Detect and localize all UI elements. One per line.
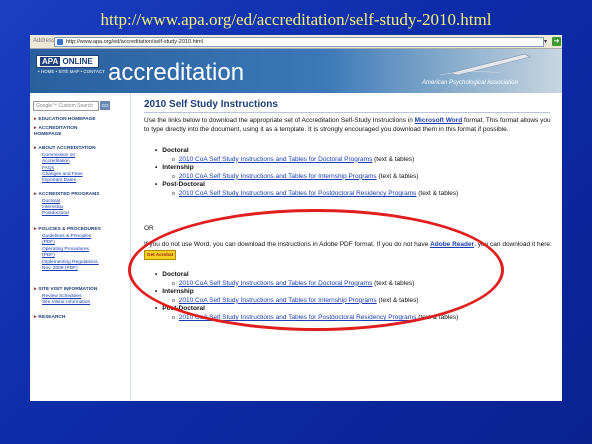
sidebar-link[interactable]: Commission on Accreditation: [42, 153, 88, 165]
page-title: 2010 Self Study Instructions: [144, 99, 278, 110]
list-item: 2010 CoA Self Study Instructions and Tab…: [162, 190, 542, 199]
sidebar-item-policies-procedures[interactable]: ▸ POLICIES & PROCEDURES: [34, 227, 101, 233]
sidebar-link[interactable]: Guidelines & Principles (PDF): [42, 234, 94, 246]
list-item: 2010 CoA Self Study Instructions and Tab…: [162, 156, 542, 165]
search-input[interactable]: Google™ Custom Search: [33, 101, 99, 111]
site-banner: APA ONLINE • HOME • SITE MAP • CONTACT a…: [30, 49, 562, 93]
apa-online-logo[interactable]: APA ONLINE: [36, 55, 99, 68]
url-field[interactable]: http://www.apa.org/ed/accreditation/self…: [54, 37, 544, 47]
sidebar-link[interactable]: Site Visitor Information: [42, 300, 90, 306]
sidebar-item-about-accreditation[interactable]: ▸ ABOUT ACCREDITATION: [34, 146, 96, 152]
address-label: Address: [33, 38, 56, 44]
sidebar-link[interactable]: Operating Procedures (PDF): [42, 247, 90, 259]
sidebar-item-accreditation-homepage[interactable]: ▸ ACCREDITATION HOMEPAGE: [34, 126, 94, 138]
download-link[interactable]: 2010 CoA Self Study Instructions and Tab…: [179, 190, 417, 197]
sidebar-link[interactable]: Implementing Regulations, Nov. 2008 (PDF…: [42, 260, 102, 272]
page-icon: [57, 39, 63, 45]
category-label: Internship: [162, 164, 542, 173]
url-text: http://www.apa.org/ed/accreditation/self…: [66, 39, 203, 45]
left-sidebar: Google™ Custom Search GO ▸ EDUCATION HOME…: [30, 93, 131, 401]
go-arrow-icon[interactable]: ➜: [552, 37, 561, 46]
download-link[interactable]: 2010 CoA Self Study Instructions and Tab…: [179, 156, 373, 163]
sidebar-item-education-homepage[interactable]: ▸ EDUCATION HOMEPAGE: [34, 117, 96, 123]
address-bar: Address http://www.apa.org/ed/accreditat…: [30, 35, 562, 49]
top-nav-links[interactable]: • HOME • SITE MAP • CONTACT: [38, 69, 105, 74]
microsoft-word-link[interactable]: Microsoft Word: [415, 117, 463, 124]
browser-screenshot: Address http://www.apa.org/ed/accreditat…: [30, 35, 562, 401]
intro-paragraph: Use the links below to download the appr…: [144, 117, 551, 133]
search-button[interactable]: GO: [100, 101, 110, 110]
title-divider: [144, 112, 550, 113]
banner-subtitle: American Psychological Association: [422, 80, 518, 86]
download-link[interactable]: 2010 CoA Self Study Instructions and Tab…: [179, 173, 377, 180]
or-separator: OR: [144, 225, 154, 232]
sidebar-item-accredited-programs[interactable]: ▸ ACCREDITED PROGRAMS: [34, 192, 99, 198]
sidebar-link[interactable]: Postdoctoral: [42, 211, 69, 217]
category-label: Post-Doctoral: [162, 181, 542, 190]
sidebar-item-site-visit-information[interactable]: ▸ SITE VISIT INFORMATION: [34, 287, 97, 293]
category-label: Doctoral: [162, 147, 542, 156]
sidebar-item-research[interactable]: ▸ RESEARCH: [34, 315, 65, 321]
word-downloads-list: Doctoral 2010 CoA Self Study Instruction…: [162, 147, 542, 199]
list-item: 2010 CoA Self Study Instructions and Tab…: [162, 173, 542, 182]
banner-title: accreditation: [108, 59, 245, 86]
chevron-down-icon[interactable]: ▾: [544, 38, 547, 45]
sidebar-link[interactable]: Important Dates: [42, 178, 76, 184]
highlight-oval: [128, 209, 504, 331]
slide-title: http://www.apa.org/ed/accreditation/self…: [100, 10, 492, 29]
pen-illustration-icon: [439, 53, 531, 76]
